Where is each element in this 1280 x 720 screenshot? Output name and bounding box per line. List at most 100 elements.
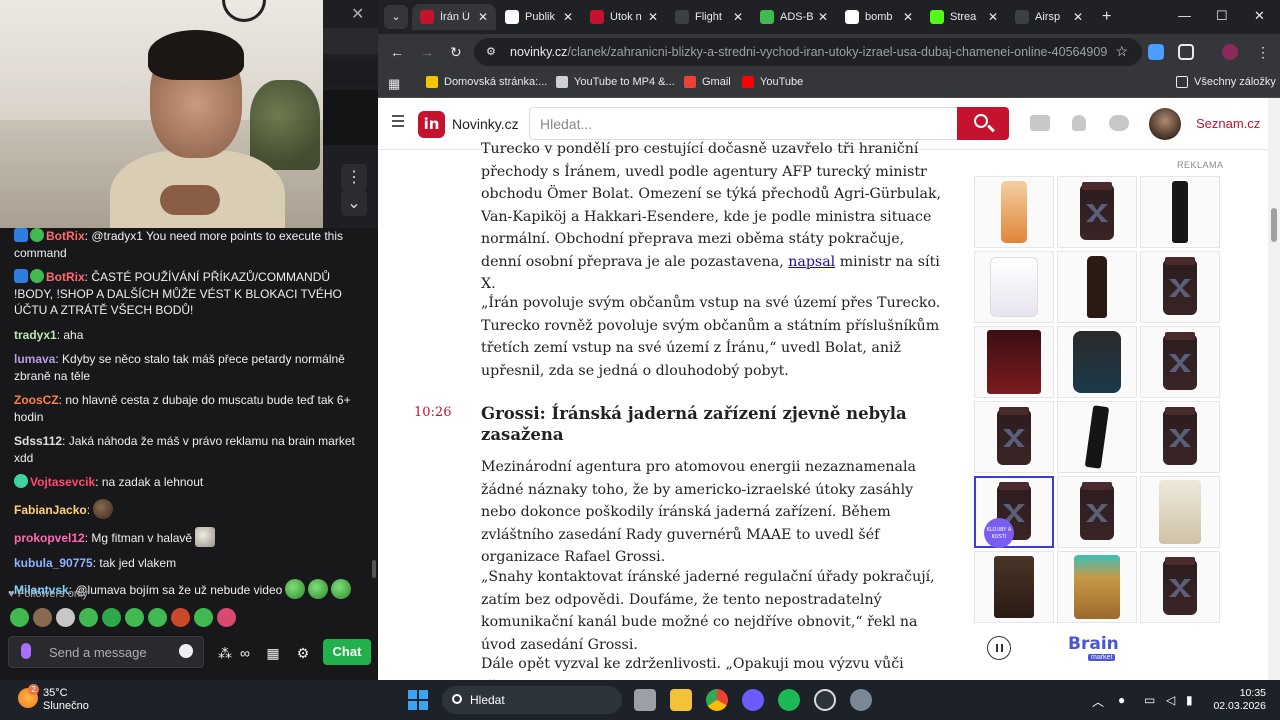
- pause-icon[interactable]: [987, 636, 1011, 660]
- browser-tab[interactable]: Strea ✕: [922, 4, 1006, 30]
- xbox-icon[interactable]: [778, 689, 800, 711]
- chat-scrollbar[interactable]: [372, 560, 376, 578]
- site-search-input[interactable]: Hledat...: [529, 107, 958, 140]
- emote[interactable]: [125, 608, 144, 627]
- emote[interactable]: [56, 608, 75, 627]
- browser-tab[interactable]: ADS-B ✕: [752, 4, 836, 30]
- chat-username[interactable]: Sdss112: [14, 434, 62, 448]
- tab-close-icon[interactable]: ✕: [478, 10, 488, 24]
- user-avatar[interactable]: [1149, 108, 1181, 140]
- ad-product-tile[interactable]: [974, 176, 1054, 248]
- tab-close-icon[interactable]: ✕: [903, 10, 913, 24]
- napsal-link[interactable]: napsal: [788, 254, 835, 270]
- back-icon[interactable]: ←: [390, 44, 404, 60]
- bot-badge-icon[interactable]: [14, 269, 28, 283]
- tab-close-icon[interactable]: ✕: [1073, 10, 1083, 24]
- mail-icon[interactable]: [1030, 115, 1050, 131]
- maximize-button[interactable]: ☐: [1216, 8, 1228, 24]
- tab-close-icon[interactable]: ✕: [563, 10, 573, 24]
- infinity-icon[interactable]: ∞: [236, 644, 254, 662]
- gear-icon[interactable]: ⚙: [294, 644, 312, 662]
- bot-badge-icon[interactable]: [14, 228, 28, 242]
- scrollbar-thumb[interactable]: [1271, 208, 1277, 242]
- emote[interactable]: [217, 608, 236, 627]
- extensions-puzzle-icon[interactable]: [1178, 44, 1194, 60]
- kebab-menu-icon[interactable]: ⋮: [341, 164, 367, 190]
- ad-product-tile[interactable]: [1140, 251, 1220, 323]
- chat-username[interactable]: ZoosCZ: [14, 393, 59, 407]
- browser-menu-icon[interactable]: ⋮: [1256, 44, 1270, 61]
- bell-icon[interactable]: [1072, 115, 1086, 131]
- ad-product-tile[interactable]: [1140, 176, 1220, 248]
- verified-badge-icon[interactable]: [30, 269, 44, 283]
- ad-product-tile[interactable]: [1140, 401, 1220, 473]
- emote[interactable]: [148, 608, 167, 627]
- chat-username[interactable]: prokopvel12: [14, 531, 85, 545]
- ad-product-tile[interactable]: [1057, 326, 1137, 398]
- all-bookmarks[interactable]: Všechny záložky: [1176, 76, 1276, 88]
- chrome-icon[interactable]: [706, 689, 728, 711]
- tab-close-icon[interactable]: ✕: [733, 10, 743, 24]
- novinky-logo[interactable]: in: [418, 111, 445, 138]
- chat-bubble-icon[interactable]: [1109, 115, 1129, 131]
- ad-product-tile[interactable]: [1057, 176, 1137, 248]
- ad-product-tile[interactable]: [1057, 401, 1137, 473]
- ad-product-tile[interactable]: [974, 551, 1054, 623]
- bookmark-item[interactable]: YouTube to MP4 &...: [556, 76, 675, 88]
- settings-icon[interactable]: [850, 689, 872, 711]
- sub-badge-icon[interactable]: [14, 474, 28, 488]
- site-search-button[interactable]: [957, 107, 1009, 140]
- obs-icon[interactable]: [814, 689, 836, 711]
- site-name[interactable]: Novinky.cz: [452, 116, 519, 132]
- seznam-link[interactable]: Seznam.cz: [1196, 116, 1260, 131]
- profile-avatar[interactable]: [1222, 44, 1238, 60]
- bookmark-star-icon[interactable]: ☆: [1115, 43, 1128, 60]
- emote[interactable]: [171, 608, 190, 627]
- emote[interactable]: [102, 608, 121, 627]
- browser-tab[interactable]: Flight ✕: [667, 4, 751, 30]
- emote-white-icon[interactable]: [195, 526, 216, 547]
- ad-banner[interactable]: REKLAMA KLOUBY A KOSTI Brain market: [974, 150, 1223, 680]
- file-explorer-icon[interactable]: [670, 689, 692, 711]
- forward-icon[interactable]: →: [420, 44, 434, 60]
- chat-send-button[interactable]: Chat: [323, 639, 371, 665]
- volume-icon[interactable]: ◁: [1166, 693, 1175, 707]
- emote[interactable]: [10, 608, 29, 627]
- chat-username[interactable]: lumava: [14, 352, 55, 366]
- tab-close-icon[interactable]: ✕: [988, 10, 998, 24]
- tab-search-button[interactable]: ⌄: [384, 5, 408, 29]
- address-bar[interactable]: ⚙ novinky.cz/clanek/zahranicni-blizky-a-…: [474, 38, 1142, 66]
- app-icon[interactable]: [742, 689, 764, 711]
- browser-tab[interactable]: Írán Ú ✕: [412, 4, 496, 30]
- emote[interactable]: [79, 608, 98, 627]
- emote-brown-icon[interactable]: [93, 498, 114, 519]
- chevron-down-icon[interactable]: ⌄: [341, 190, 367, 216]
- brain-market-logo[interactable]: Brain: [1068, 634, 1119, 654]
- browser-tab[interactable]: Útok n ✕: [582, 4, 666, 30]
- ad-product-tile[interactable]: [1057, 476, 1137, 548]
- close-window-button[interactable]: ✕: [1254, 8, 1265, 24]
- webcam-video[interactable]: [0, 0, 323, 228]
- ad-product-tile[interactable]: KLOUBY A KOSTI: [974, 476, 1054, 548]
- ad-product-tile[interactable]: [1057, 551, 1137, 623]
- mic-tray-icon[interactable]: ●: [1118, 693, 1125, 707]
- task-view-icon[interactable]: [634, 689, 656, 711]
- emote[interactable]: [33, 608, 52, 627]
- bookmark-item[interactable]: Domovská stránka:...: [426, 76, 547, 88]
- site-info-icon[interactable]: ⚙: [486, 45, 500, 59]
- emoji-icon[interactable]: [179, 644, 193, 658]
- ad-product-tile[interactable]: [1140, 476, 1220, 548]
- apps-grid-icon[interactable]: ▦: [388, 76, 400, 92]
- reload-icon[interactable]: ↻: [450, 44, 462, 61]
- weather-widget[interactable]: 35°C Slunečno: [43, 687, 89, 713]
- minimize-button[interactable]: —: [1178, 8, 1191, 23]
- ad-product-tile[interactable]: [974, 251, 1054, 323]
- hamburger-menu-icon[interactable]: [392, 115, 404, 127]
- tab-close-icon[interactable]: ✕: [818, 10, 828, 24]
- verified-badge-icon[interactable]: [30, 228, 44, 242]
- ad-product-tile[interactable]: [1140, 551, 1220, 623]
- ad-product-tile[interactable]: [974, 326, 1054, 398]
- browser-tab[interactable]: Airsp ✕: [1007, 4, 1091, 30]
- microphone-icon[interactable]: [21, 643, 31, 659]
- network-icon[interactable]: ▭: [1144, 693, 1155, 707]
